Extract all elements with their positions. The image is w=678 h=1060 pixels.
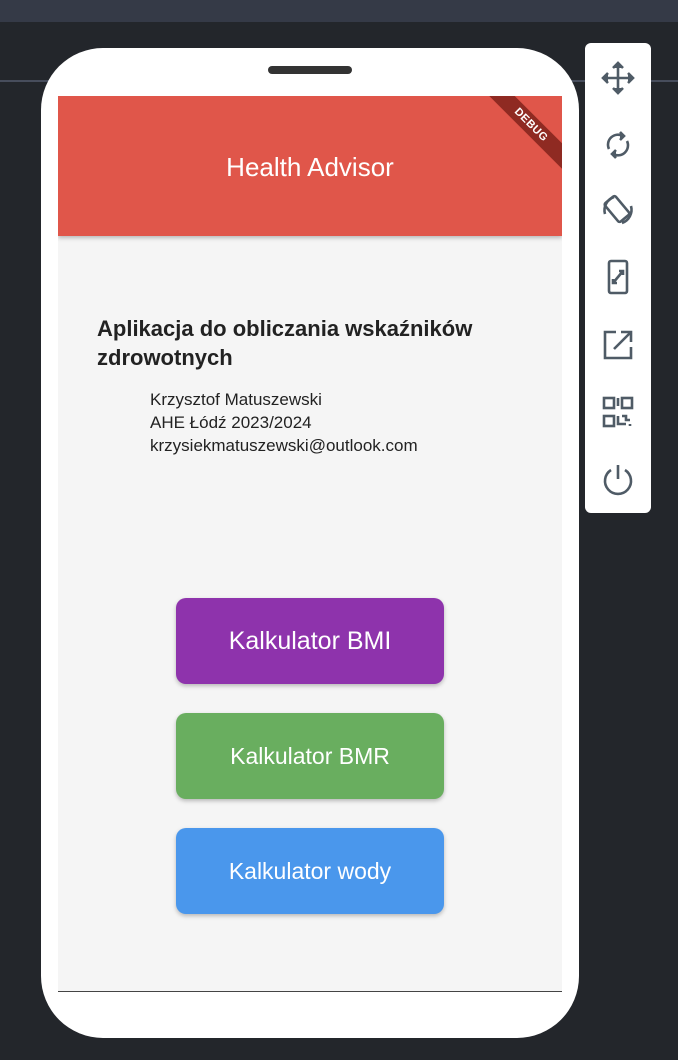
bmi-calculator-button[interactable]: Kalkulator BMI [176,598,444,684]
app-title: Health Advisor [226,151,394,182]
rotate-device-icon[interactable] [599,191,637,229]
open-external-icon[interactable] [599,326,637,364]
school-info: AHE Łódź 2023/2024 [150,413,312,432]
page-heading: Aplikacja do obliczania wskaźników zdrow… [97,316,473,370]
app-screen: Health Advisor DEBUG Aplikacja do oblicz… [58,96,562,992]
debug-banner: DEBUG [478,96,562,178]
emulator-toolbar [585,43,651,513]
bmr-calculator-button[interactable]: Kalkulator BMR [176,713,444,799]
power-icon[interactable] [599,461,637,499]
device-speaker [268,66,352,74]
move-icon[interactable] [599,59,637,97]
author-info: Krzysztof Matuszewski AHE Łódź 2023/2024… [150,388,418,457]
window-top-bar [0,0,678,22]
app-bar: Health Advisor DEBUG [58,96,562,236]
resize-icon[interactable] [599,258,637,296]
water-calculator-button[interactable]: Kalkulator wody [176,828,444,914]
author-name: Krzysztof Matuszewski [150,390,322,409]
author-email: krzysiekmatuszewski@outlook.com [150,436,418,455]
device-frame: Health Advisor DEBUG Aplikacja do oblicz… [41,48,579,1038]
qr-code-icon[interactable] [599,393,637,431]
rotate-icon[interactable] [599,126,637,164]
